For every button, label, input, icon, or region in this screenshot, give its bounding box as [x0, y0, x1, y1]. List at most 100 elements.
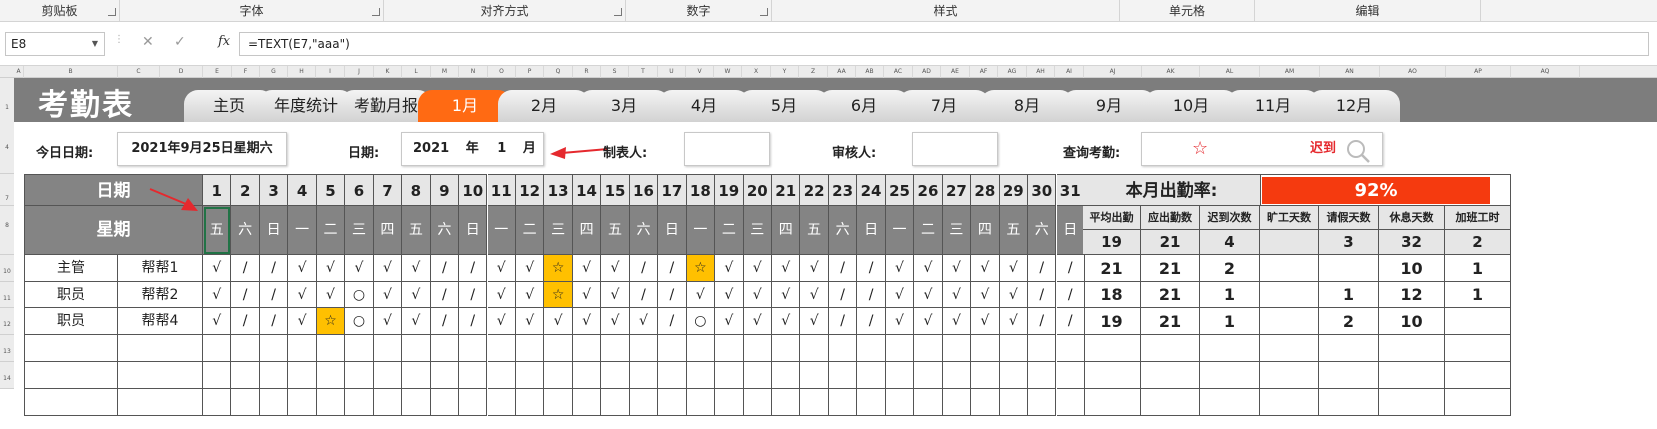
- day-number-cell[interactable]: 1: [203, 174, 232, 206]
- attendance-mark[interactable]: √: [203, 282, 232, 308]
- empty-cell[interactable]: [1141, 335, 1200, 362]
- empty-cell[interactable]: [572, 362, 602, 389]
- attendance-mark[interactable]: √: [316, 255, 346, 282]
- empty-cell[interactable]: [743, 335, 772, 362]
- empty-cell[interactable]: [658, 362, 687, 389]
- empty-cell[interactable]: [1260, 335, 1319, 362]
- attendance-mark[interactable]: /: [1028, 255, 1057, 282]
- weekday-cell[interactable]: 五: [601, 206, 630, 255]
- cancel-icon[interactable]: ✕: [142, 34, 154, 50]
- formula-input[interactable]: =TEXT(E7,"aaa"): [239, 32, 1649, 56]
- empty-cell[interactable]: [772, 335, 801, 362]
- day-number-cell[interactable]: 29: [999, 174, 1029, 206]
- day-number-cell[interactable]: 4: [288, 174, 317, 206]
- empty-cell[interactable]: [828, 335, 858, 362]
- column-header[interactable]: Y: [771, 66, 799, 78]
- chevron-down-icon[interactable]: ▼: [92, 33, 98, 55]
- weekday-cell[interactable]: 六: [231, 206, 260, 255]
- day-number-cell[interactable]: 21: [772, 174, 801, 206]
- empty-cell[interactable]: [914, 335, 943, 362]
- empty-cell[interactable]: [1445, 335, 1511, 362]
- empty-cell[interactable]: [1083, 335, 1141, 362]
- weekday-cell[interactable]: 五: [203, 206, 232, 255]
- attendance-mark[interactable]: /: [430, 308, 460, 335]
- attendance-mark[interactable]: /: [629, 255, 659, 282]
- empty-cell[interactable]: [715, 335, 744, 362]
- column-header[interactable]: AB: [856, 66, 884, 78]
- empty-cell[interactable]: [231, 389, 260, 416]
- empty-cell[interactable]: [288, 362, 317, 389]
- day-number-cell[interactable]: 11: [487, 174, 516, 206]
- attendance-mark[interactable]: /: [1028, 282, 1057, 308]
- empty-cell[interactable]: [1083, 362, 1141, 389]
- column-header[interactable]: R: [573, 66, 601, 78]
- attendance-mark[interactable]: √: [288, 282, 317, 308]
- attendance-mark[interactable]: /: [857, 255, 886, 282]
- ribbon-group-font[interactable]: 字体: [120, 0, 384, 22]
- empty-cell[interactable]: [1141, 362, 1200, 389]
- attendance-mark[interactable]: √: [772, 282, 801, 308]
- empty-cell[interactable]: [259, 362, 289, 389]
- empty-cell[interactable]: [544, 389, 573, 416]
- empty-cell[interactable]: [288, 335, 317, 362]
- today-date-field[interactable]: 2021年9月25日星期六: [117, 132, 287, 166]
- column-header[interactable]: AD: [913, 66, 941, 78]
- column-header[interactable]: F: [232, 66, 260, 78]
- day-number-cell[interactable]: 26: [914, 174, 943, 206]
- attendance-mark[interactable]: √: [572, 282, 602, 308]
- empty-cell[interactable]: [1319, 389, 1379, 416]
- empty-cell[interactable]: [203, 389, 232, 416]
- day-number-cell[interactable]: 31: [1056, 174, 1085, 206]
- empty-cell[interactable]: [1141, 389, 1200, 416]
- empty-cell[interactable]: [743, 362, 772, 389]
- attendance-mark[interactable]: /: [459, 282, 488, 308]
- empty-cell[interactable]: [373, 389, 403, 416]
- day-number-cell[interactable]: 16: [629, 174, 659, 206]
- empty-cell[interactable]: [459, 389, 488, 416]
- attendance-mark[interactable]: /: [1056, 255, 1085, 282]
- column-header[interactable]: AP: [1446, 66, 1511, 78]
- attendance-mark[interactable]: /: [658, 255, 687, 282]
- empty-cell[interactable]: [971, 335, 1000, 362]
- empty-cell[interactable]: [857, 362, 886, 389]
- weekday-cell[interactable]: 四: [373, 206, 403, 255]
- attendance-mark[interactable]: √: [942, 308, 972, 335]
- column-header[interactable]: AL: [1200, 66, 1260, 78]
- attendance-mark[interactable]: √: [572, 255, 602, 282]
- weekday-cell[interactable]: 日: [857, 206, 886, 255]
- empty-cell[interactable]: [601, 389, 630, 416]
- attendance-mark[interactable]: √: [629, 308, 659, 335]
- empty-cell[interactable]: [459, 362, 488, 389]
- weekday-cell[interactable]: 五: [402, 206, 431, 255]
- day-number-cell[interactable]: 27: [942, 174, 972, 206]
- sheet-tab[interactable]: 8月: [980, 90, 1074, 122]
- ribbon-group-cells[interactable]: 单元格: [1120, 0, 1255, 22]
- empty-cell[interactable]: [800, 362, 829, 389]
- attendance-mark[interactable]: /: [259, 255, 289, 282]
- attendance-mark[interactable]: √: [288, 255, 317, 282]
- attendance-mark[interactable]: √: [772, 308, 801, 335]
- empty-cell[interactable]: [971, 389, 1000, 416]
- attendance-mark[interactable]: /: [1056, 282, 1085, 308]
- attendance-mark[interactable]: √: [715, 308, 744, 335]
- empty-cell[interactable]: [288, 389, 317, 416]
- row-header[interactable]: 8: [0, 206, 14, 255]
- attendance-mark[interactable]: /: [629, 282, 659, 308]
- empty-cell[interactable]: [658, 389, 687, 416]
- attendance-mark[interactable]: /: [430, 255, 460, 282]
- sheet-tab[interactable]: 4月: [658, 90, 750, 122]
- weekday-cell[interactable]: 六: [629, 206, 659, 255]
- sheet-tab[interactable]: 9月: [1062, 90, 1156, 122]
- attendance-mark[interactable]: √: [402, 282, 431, 308]
- ribbon-group-number[interactable]: 数字: [626, 0, 772, 22]
- empty-cell[interactable]: [544, 362, 573, 389]
- empty-cell[interactable]: [24, 335, 118, 362]
- attendance-mark[interactable]: ☆: [686, 255, 716, 282]
- attendance-mark[interactable]: /: [658, 282, 687, 308]
- empty-cell[interactable]: [487, 335, 516, 362]
- empty-cell[interactable]: [629, 362, 659, 389]
- day-number-cell[interactable]: 19: [715, 174, 744, 206]
- dialog-launcher-icon[interactable]: [372, 8, 380, 16]
- weekday-cell[interactable]: 四: [572, 206, 602, 255]
- attendance-mark[interactable]: √: [885, 308, 915, 335]
